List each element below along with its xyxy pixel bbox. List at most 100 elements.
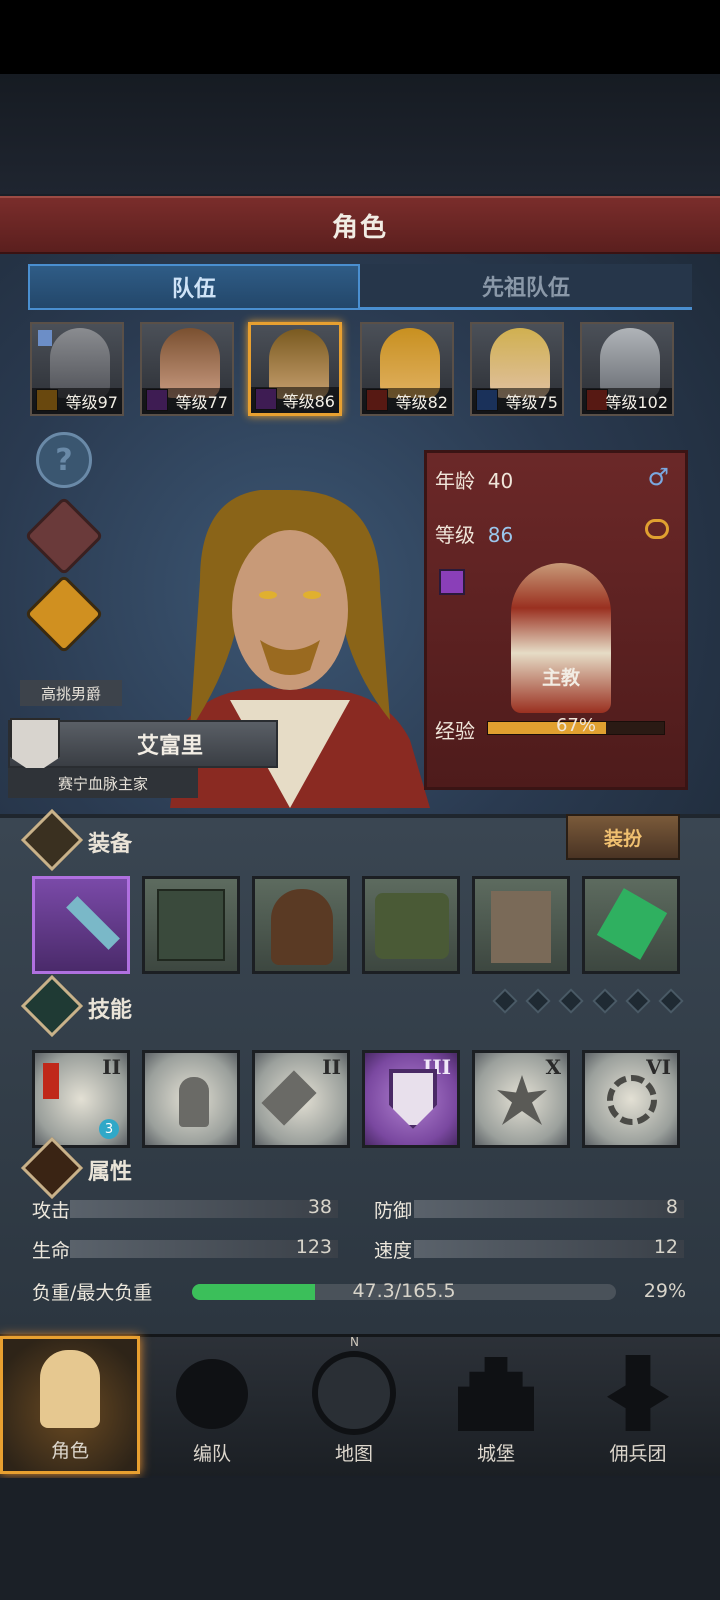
staff-class-icon xyxy=(439,569,465,595)
crystal-hand-icon xyxy=(261,1070,317,1126)
roster-slot-2[interactable]: 等级77 xyxy=(140,322,234,416)
meditation-icon xyxy=(179,1077,209,1127)
age-label: 年龄 xyxy=(435,469,475,493)
skill-point-icon xyxy=(558,988,585,1014)
skill-slot-5[interactable]: X xyxy=(472,1050,570,1148)
roster-level: 等级97 xyxy=(32,388,122,414)
banner-icon xyxy=(607,1355,669,1431)
life-label: 生命 xyxy=(32,1240,71,1262)
skill-point-icon xyxy=(591,988,618,1014)
skill-rank: X xyxy=(545,1055,561,1079)
load-label: 负重/最大负重 xyxy=(32,1282,153,1304)
character-name: 艾富里 xyxy=(136,734,203,759)
load-value: 47.3/165.5 xyxy=(352,1280,456,1302)
skills-title: 技能 xyxy=(88,998,133,1023)
help-icon[interactable]: ? xyxy=(36,432,92,488)
equipment-slot-boots[interactable] xyxy=(472,876,570,974)
roster-slot-1[interactable]: 等级97 xyxy=(30,322,124,416)
roster-slot-5[interactable]: 等级75 xyxy=(470,322,564,416)
boots-icon xyxy=(491,891,551,963)
load-percent: 29% xyxy=(643,1280,686,1302)
tab-party-label: 队伍 xyxy=(171,277,216,302)
attributes-title: 属性 xyxy=(88,1160,133,1185)
exp-label: 经验 xyxy=(435,719,475,743)
equipment-slot-weapon[interactable] xyxy=(32,876,130,974)
house-name: 赛宁血脉主家 xyxy=(8,768,198,798)
banner-flag-icon xyxy=(38,330,52,346)
shield-formation-icon xyxy=(176,1359,248,1429)
nav-map-label: 地图 xyxy=(334,1443,373,1465)
skill-points xyxy=(492,988,684,1014)
defense-value: 8 xyxy=(665,1196,678,1218)
info-card: 年龄 40 ♂ 等级 86 主教 经验 67% xyxy=(424,450,688,790)
tab-party[interactable]: 队伍 xyxy=(28,264,360,310)
skill-slot-3[interactable]: II xyxy=(252,1050,350,1148)
nav-mercenary[interactable]: 佣兵团 xyxy=(568,1336,708,1474)
roster-slot-3[interactable]: 等级86 xyxy=(248,322,342,416)
skill-badge: 3 xyxy=(99,1119,119,1139)
roster-slot-6[interactable]: 等级102 xyxy=(580,322,674,416)
compass-icon: N xyxy=(312,1335,396,1435)
bottom-bar xyxy=(0,1478,720,1600)
nav-character-label: 角色 xyxy=(50,1440,89,1462)
roster-level: 等级86 xyxy=(251,387,339,413)
roster-level: 等级75 xyxy=(472,388,562,414)
character-title: 高挑男爵 xyxy=(20,680,122,706)
skill-point-icon xyxy=(525,988,551,1014)
name-bar: 艾富里 xyxy=(8,718,278,774)
attack-label: 攻击 xyxy=(32,1200,71,1222)
skill-point-icon xyxy=(625,988,651,1014)
nav-character[interactable]: 角色 xyxy=(0,1336,140,1474)
bishop-figure xyxy=(511,563,611,713)
nav-map[interactable]: N 地图 xyxy=(284,1335,424,1474)
nav-mercenary-label: 佣兵团 xyxy=(609,1443,667,1465)
nav-castle[interactable]: 城堡 xyxy=(426,1336,566,1474)
equipment-title: 装备 xyxy=(88,832,133,857)
knight-icon xyxy=(40,1350,100,1428)
dress-up-button[interactable]: 装扮 xyxy=(566,814,680,860)
equipment-slot-hood[interactable] xyxy=(252,876,350,974)
equipment-slot-armor[interactable] xyxy=(362,876,460,974)
roster-level: 等级82 xyxy=(362,388,452,414)
nav-formation[interactable]: 编队 xyxy=(142,1336,282,1474)
attack-value: 38 xyxy=(307,1196,332,1218)
page-title: 角色 xyxy=(331,212,388,243)
tunic-icon xyxy=(375,893,449,959)
equipment-slot-book[interactable] xyxy=(142,876,240,974)
skill-rank: II xyxy=(322,1055,341,1079)
red-arrow-icon xyxy=(43,1063,59,1099)
speed-label: 速度 xyxy=(374,1240,413,1262)
skill-slot-4[interactable]: III xyxy=(362,1050,460,1148)
roster-slot-4[interactable]: 等级82 xyxy=(360,322,454,416)
exp-percent: 67% xyxy=(555,715,596,736)
male-gender-icon: ♂ xyxy=(647,463,669,491)
life-value: 123 xyxy=(295,1236,332,1258)
shield-icon xyxy=(389,1069,437,1129)
skill-slot-2[interactable] xyxy=(142,1050,240,1148)
skill-slot-1[interactable]: II 3 xyxy=(32,1050,130,1148)
tab-ancestor-party-label: 先祖队伍 xyxy=(481,275,570,301)
mace-icon xyxy=(66,896,120,950)
green-gem-icon xyxy=(596,888,668,960)
equipment-slot-gem[interactable] xyxy=(582,876,680,974)
speed-value: 12 xyxy=(653,1236,678,1258)
class-name: 主教 xyxy=(541,667,580,689)
screen-header: 角色 xyxy=(0,196,720,254)
age-value: 40 xyxy=(487,469,514,493)
skill-point-icon xyxy=(492,988,518,1014)
hood-icon xyxy=(271,889,333,965)
explosion-icon xyxy=(497,1075,547,1125)
compass-north-label: N xyxy=(350,1335,359,1349)
ring-icon xyxy=(645,519,669,539)
top-bar xyxy=(0,0,720,74)
tab-ancestor-party[interactable]: 先祖队伍 xyxy=(360,264,692,310)
nav-formation-label: 编队 xyxy=(192,1443,231,1465)
book-icon xyxy=(157,889,225,961)
defense-label: 防御 xyxy=(374,1200,413,1222)
upper-background xyxy=(0,74,720,194)
level-label: 等级 xyxy=(435,523,475,547)
castle-icon xyxy=(458,1357,534,1431)
skill-slot-6[interactable]: VI xyxy=(582,1050,680,1148)
nav-castle-label: 城堡 xyxy=(476,1443,515,1465)
house-crest-icon xyxy=(10,718,60,774)
